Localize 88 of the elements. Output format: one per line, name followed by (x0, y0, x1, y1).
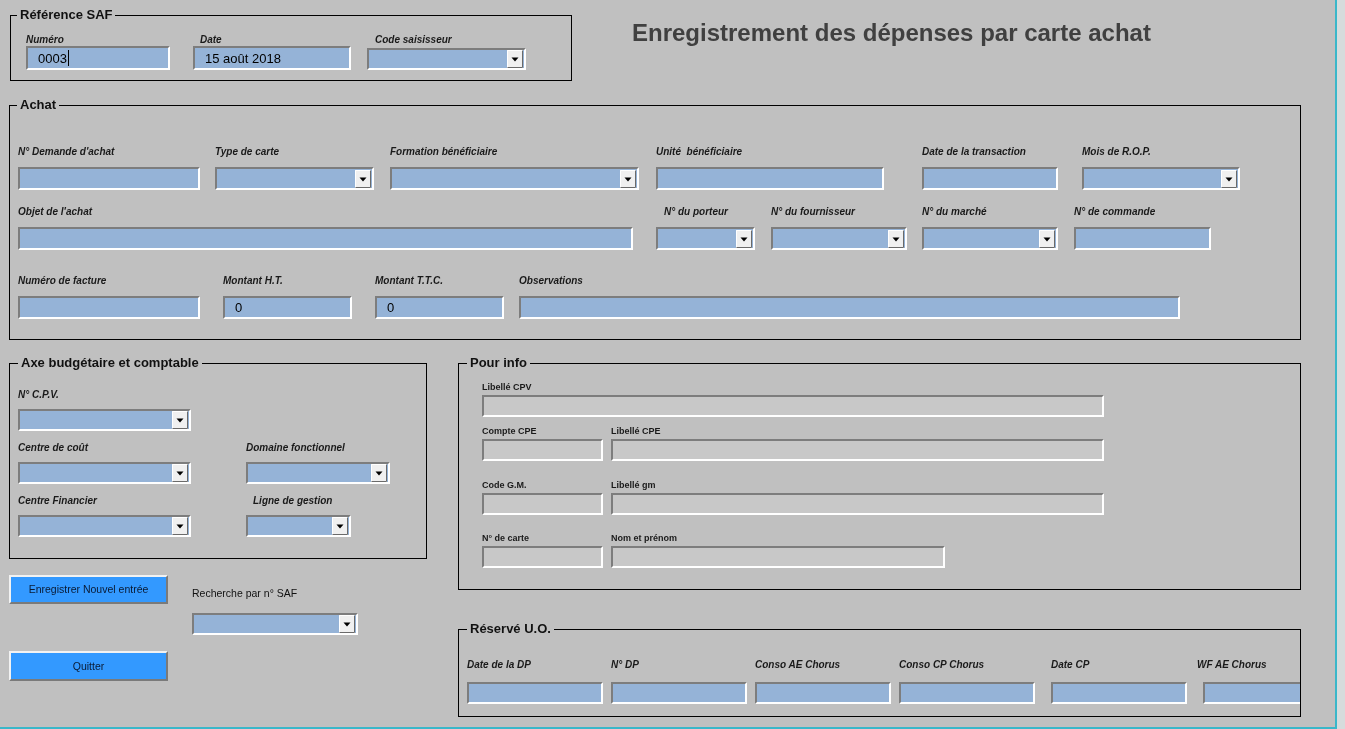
field-label: Conso CP Chorus (899, 659, 985, 671)
field-label: Ligne de gestion (253, 494, 333, 508)
field-label: Code G.M. (482, 479, 527, 491)
dropdown-field[interactable] (18, 515, 191, 537)
caret-icon (332, 517, 348, 535)
field-label: Domaine fonctionnel (246, 441, 345, 455)
dropdown-field[interactable] (18, 409, 191, 431)
field-label: Observations (519, 274, 583, 288)
input-field[interactable] (1074, 227, 1211, 250)
input-field[interactable] (18, 227, 633, 250)
dropdown-field[interactable] (390, 167, 639, 190)
save-entry-button[interactable]: Enregistrer Nouvel entrée (9, 575, 168, 604)
group-title: Achat (19, 97, 58, 113)
input-field[interactable] (467, 682, 603, 704)
input-field[interactable] (656, 167, 884, 190)
field-label: N° C.P.V. (18, 388, 59, 402)
field-label: N° du fournisseur (771, 205, 855, 219)
field-label: N° de commande (1074, 205, 1156, 219)
field-label: Recherche par n° SAF (192, 586, 298, 600)
caret-icon (736, 229, 752, 248)
input-field[interactable] (611, 682, 747, 704)
field-label: Objet de l'achat (18, 205, 93, 219)
group-title: Pour info (469, 355, 529, 371)
field-label: Formation bénéficiaire (390, 145, 498, 159)
dropdown-field[interactable] (1082, 167, 1240, 190)
field-label: Compte CPE (482, 425, 537, 437)
caret-icon (620, 169, 636, 188)
field-label: Date CP (1051, 659, 1090, 671)
caret-icon (172, 517, 188, 535)
caret-icon (339, 615, 355, 633)
field-label: Libellé CPE (611, 425, 661, 437)
input-field[interactable] (1203, 682, 1300, 704)
input-field[interactable] (922, 167, 1058, 190)
field-label: Libellé CPV (482, 381, 532, 393)
input-field[interactable]: 0 (223, 296, 352, 319)
field-label: N° DP (611, 659, 639, 671)
field-label: Conso AE Chorus (755, 659, 841, 671)
dropdown-field[interactable] (18, 462, 191, 484)
input-field[interactable]: 15 août 2018 (193, 46, 351, 70)
input-field[interactable] (18, 167, 200, 190)
caret-icon (355, 169, 371, 188)
group-title: Réservé U.O. (469, 621, 552, 637)
dropdown-field[interactable] (246, 462, 390, 484)
field-label: Code saisisseur (375, 33, 452, 46)
field-label: Montant T.T.C. (375, 274, 443, 288)
caret-icon (371, 464, 387, 482)
field-label: Date de la DP (467, 659, 531, 671)
caret-icon (1039, 229, 1055, 248)
caret-icon (507, 50, 523, 68)
field-label: Date (200, 33, 222, 46)
dropdown-field[interactable] (771, 227, 907, 250)
caret-icon (888, 229, 904, 248)
dropdown-field[interactable] (192, 613, 358, 635)
field-label: Mois de R.O.P. (1082, 145, 1151, 159)
field-label: N° Demande d'achat (18, 145, 115, 159)
field-label: N° de carte (482, 532, 530, 544)
caret-icon (172, 411, 188, 429)
input-field[interactable] (899, 682, 1035, 704)
field-label: Numéro (26, 33, 64, 46)
field-label: N° du porteur (664, 205, 728, 219)
input-field[interactable] (18, 296, 200, 319)
dropdown-field[interactable] (367, 48, 526, 70)
field-label: WF AE Chorus (1197, 659, 1267, 671)
group-title: Référence SAF (19, 7, 114, 23)
dropdown-field[interactable] (215, 167, 374, 190)
caret-icon (1221, 169, 1237, 188)
field-label: N° du marché (922, 205, 987, 219)
field-label: Montant H.T. (223, 274, 283, 288)
input-field[interactable]: 0003 (26, 46, 170, 70)
field-label: Numéro de facture (18, 274, 107, 288)
group-title: Axe budgétaire et comptable (20, 355, 200, 371)
quit-button[interactable]: Quitter (9, 651, 168, 681)
input-field[interactable]: 0 (375, 296, 504, 319)
form-title: Enregistrement des dépenses par carte achat (632, 18, 1151, 48)
field-label: Centre Financier (18, 494, 97, 508)
input-field[interactable] (755, 682, 891, 704)
field-label: Date de la transaction (922, 145, 1026, 159)
dropdown-field[interactable] (246, 515, 351, 537)
input-field[interactable] (519, 296, 1180, 319)
field-label: Nom et prénom (611, 532, 677, 544)
field-label: Type de carte (215, 145, 280, 159)
dropdown-field[interactable] (922, 227, 1058, 250)
field-label: Libellé gm (611, 479, 656, 491)
input-field[interactable] (1051, 682, 1187, 704)
field-label: Centre de coût (18, 441, 88, 455)
caret-icon (172, 464, 188, 482)
dropdown-field[interactable] (656, 227, 755, 250)
field-label: Unité bénéficiaire (656, 145, 743, 159)
